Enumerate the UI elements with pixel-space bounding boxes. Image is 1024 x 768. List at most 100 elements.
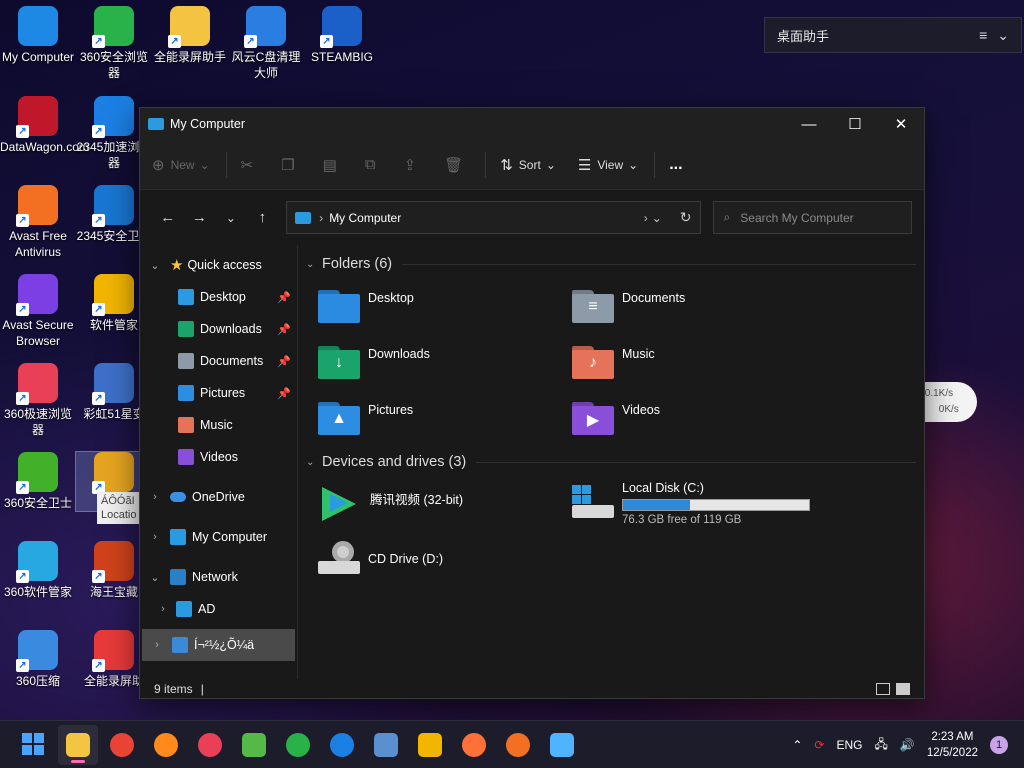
close-button[interactable]: ✕ [878, 115, 924, 133]
folder-tile[interactable]: ♪ Music [560, 333, 814, 389]
delete-button[interactable]: 🗑 [444, 156, 469, 174]
taskbar-360-extreme-browser-icon[interactable] [190, 725, 230, 765]
taskbar-firefox-icon[interactable] [454, 725, 494, 765]
taskbar-bluestacks-icon[interactable] [234, 725, 274, 765]
nav-quick-item[interactable]: Documents 📌 [140, 345, 297, 377]
copy-button[interactable]: ❐ [281, 156, 300, 174]
breadcrumb-separator: › [319, 210, 324, 225]
devices-header[interactable]: ⌄ Devices and drives (3) [306, 449, 916, 475]
search-input[interactable]: ⌕ Search My Computer [712, 201, 912, 234]
folder-tile[interactable]: ▶ Videos [560, 389, 814, 445]
taskbar-ie-2345-icon[interactable] [322, 725, 362, 765]
taskbar-software-manager-icon[interactable] [410, 725, 450, 765]
sort-button[interactable]: ⇅ Sort ⌄ [500, 156, 556, 174]
chevron-down-icon[interactable]: ⌄ [652, 211, 662, 225]
chevron-down-icon[interactable]: ⌄ [306, 259, 322, 270]
hamburger-icon[interactable]: ≡ [979, 27, 987, 43]
nav-ad[interactable]: › AD [140, 593, 297, 625]
desktop-icon[interactable]: ↗ Avast Secure Browser [0, 274, 76, 349]
nav-quick-item[interactable]: Desktop 📌 [140, 281, 297, 313]
taskbar-chrome-icon[interactable] [102, 725, 142, 765]
title-bar[interactable]: My Computer — ☐ ✕ [140, 108, 924, 140]
divider [225, 151, 227, 178]
computer-icon [170, 529, 186, 545]
chevron-down-icon[interactable]: ⌄ [306, 457, 322, 468]
chevron-down-icon[interactable]: ⌄ [140, 571, 170, 584]
address-bar[interactable]: › My Computer › ⌄ ↻ [286, 201, 701, 234]
nav-network[interactable]: ⌄ Network [140, 561, 297, 593]
desktop-helper-widget[interactable]: 桌面助手 ≡ ⌄ [764, 17, 1022, 53]
desktop-icon[interactable]: ↗ 360压缩 [0, 630, 76, 689]
details-view-icon[interactable] [876, 683, 890, 695]
view-button[interactable]: ☰ View ⌄ [578, 156, 638, 174]
minimize-button[interactable]: — [786, 116, 832, 133]
chevron-right-icon[interactable]: › [142, 639, 172, 651]
taskbar-photo-viewer-icon[interactable] [366, 725, 406, 765]
breadcrumb-path[interactable]: My Computer [329, 211, 644, 225]
nav-onedrive[interactable]: › OneDrive [140, 481, 297, 513]
desktop-icon[interactable]: ↗ 360安全浏览器 [76, 6, 152, 81]
desktop-icon[interactable]: My Computer [0, 6, 76, 65]
new-button[interactable]: ⊕ New ⌄ [152, 156, 210, 174]
chevron-right-icon[interactable]: › [140, 603, 170, 615]
forward-button[interactable]: → [184, 209, 216, 226]
taskbar-file-explorer-icon[interactable] [58, 724, 98, 765]
large-icons-view-icon[interactable] [896, 683, 910, 695]
clock[interactable]: 2:23 AM 12/5/2022 [927, 729, 978, 761]
desktop-icon[interactable]: ↗ 风云C盘清理大师 [228, 6, 304, 81]
desktop-icon[interactable]: ↗ 360软件管家 [0, 541, 76, 600]
nav-quick-item[interactable]: Pictures 📌 [140, 377, 297, 409]
taskbar-avast-icon[interactable] [498, 725, 538, 765]
device-local-disk[interactable]: Local Disk (C:) 76.3 GB free of 119 GB [560, 475, 814, 531]
nav-network-location[interactable]: › Í¬²½¿Õ¼ä [142, 629, 295, 661]
recent-locations-button[interactable]: ⌄ [215, 211, 247, 225]
sync-icon[interactable]: ⟳ [814, 738, 824, 752]
folder-icon [178, 385, 194, 401]
network-icon [170, 569, 186, 585]
refresh-icon[interactable]: ↻ [680, 209, 692, 226]
rename-button[interactable]: ⧉ [365, 156, 382, 173]
nav-quick-item[interactable]: Downloads 📌 [140, 313, 297, 345]
language-indicator[interactable]: ENG [836, 738, 862, 752]
folder-tile[interactable]: ≡ Documents [560, 277, 814, 333]
paste-button[interactable]: ▤ [323, 156, 343, 174]
desktop-icon[interactable]: ↗ Avast Free Antivirus [0, 185, 76, 260]
shortcut-arrow-icon: ↗ [244, 35, 257, 48]
nav-quick-access[interactable]: ⌄ ★ Quick access [140, 249, 297, 281]
folder-tile[interactable]: ↓ Downloads [306, 333, 560, 389]
file-explorer-window[interactable]: My Computer — ☐ ✕ ⊕ New ⌄ ✂ ❐ ▤ ⧉ ⇪ 🗑 ⇅ Sor… [139, 107, 925, 699]
nav-quick-item[interactable]: Music [140, 409, 297, 441]
nav-quick-item[interactable]: Videos [140, 441, 297, 473]
folder-tile[interactable]: Desktop [306, 277, 560, 333]
more-options-button[interactable]: ... [669, 156, 682, 174]
share-button[interactable]: ⇪ [404, 156, 423, 174]
desktop-icon[interactable]: ↗ 360极速浏览器 [0, 363, 76, 438]
chevron-down-icon[interactable]: ⌄ [997, 27, 1009, 44]
desktop-icon[interactable]: ↗ 360安全卫士 [0, 452, 76, 511]
device-cd-drive[interactable]: CD Drive (D:) [306, 531, 560, 587]
folders-header[interactable]: ⌄ Folders (6) [306, 251, 916, 277]
desktop-icon[interactable]: ↗ DataWagon.com [0, 96, 89, 155]
folder-tile[interactable]: ▲ Pictures [306, 389, 560, 445]
chevron-up-icon[interactable]: ⌃ [792, 738, 802, 752]
taskbar-notepad-icon[interactable] [542, 725, 582, 765]
volume-icon[interactable]: 🔊 [900, 738, 915, 752]
up-button[interactable]: ↑ [247, 209, 279, 226]
desktop-icon[interactable]: ↗ STEAMBIG [304, 6, 380, 65]
network-icon[interactable]: 🖧 [874, 735, 887, 756]
nav-my-computer[interactable]: › My Computer [140, 521, 297, 553]
device-app[interactable]: 腾讯视频 (32-bit) [306, 475, 560, 531]
cut-button[interactable]: ✂ [241, 156, 260, 174]
taskbar-start-button[interactable] [14, 725, 54, 765]
chevron-right-icon[interactable]: › [140, 531, 170, 543]
notification-badge[interactable]: 1 [990, 736, 1008, 754]
desktop-icon[interactable]: ↗ 全能录屏助手 [152, 6, 228, 65]
taskbar-avast-browser-icon[interactable] [146, 725, 186, 765]
chevron-down-icon[interactable]: ⌄ [140, 259, 170, 272]
folders-grid: Desktop ≡ Documents ↓ Downloads ♪ Music ▲ Pictur… [306, 277, 916, 445]
back-button[interactable]: ← [152, 209, 184, 226]
chevron-right-icon[interactable]: › [140, 491, 170, 503]
command-bar: ⊕ New ⌄ ✂ ❐ ▤ ⧉ ⇪ 🗑 ⇅ Sort ⌄ ☰ View ⌄ ... [140, 140, 924, 190]
maximize-button[interactable]: ☐ [832, 115, 878, 133]
taskbar-360-browser-icon[interactable] [278, 725, 318, 765]
